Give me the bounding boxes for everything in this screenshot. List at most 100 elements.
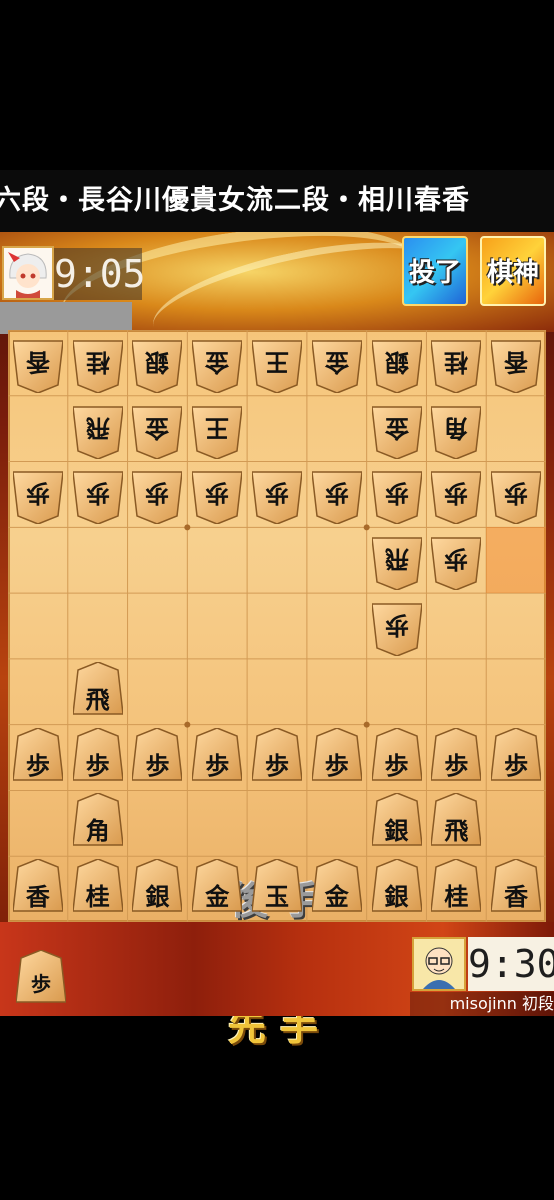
last-move-highlight <box>486 527 546 594</box>
piece-label: 歩 <box>384 611 409 640</box>
gote-piece[interactable]: 金 <box>192 333 243 393</box>
piece-label: 歩 <box>265 750 289 780</box>
gote-piece[interactable]: 香 <box>491 333 542 393</box>
piece-label: 飛 <box>85 684 110 714</box>
piece-label: 角 <box>85 816 110 846</box>
gote-piece[interactable]: 金 <box>311 333 362 393</box>
piece-label: 香 <box>504 347 529 377</box>
gote-piece[interactable]: 歩 <box>371 596 422 656</box>
gote-piece[interactable]: 歩 <box>431 464 482 525</box>
gote-piece[interactable]: 王 <box>192 399 243 459</box>
sente-piece[interactable]: 桂 <box>431 859 482 919</box>
sente-piece[interactable]: 香 <box>491 859 542 919</box>
sente-piece[interactable]: 銀 <box>371 793 422 853</box>
player-clock: 9:30 <box>468 937 554 991</box>
sente-piece[interactable]: 金 <box>192 859 243 919</box>
opponent-clock: 9:05 <box>54 248 146 300</box>
gote-piece[interactable]: 銀 <box>132 333 183 393</box>
sente-piece[interactable]: 歩 <box>491 727 542 788</box>
sente-piece[interactable]: 飛 <box>431 793 482 853</box>
star-point <box>184 721 191 728</box>
sente-piece[interactable]: 銀 <box>132 859 183 919</box>
piece-label: 歩 <box>31 972 51 996</box>
sente-piece[interactable]: 歩 <box>431 727 482 788</box>
player-name: misojinn 初段 <box>410 992 554 1016</box>
piece-label: 金 <box>205 882 230 912</box>
piece-label: 桂 <box>85 347 110 377</box>
piece-label: 香 <box>25 347 50 377</box>
piece-label: 飛 <box>85 413 110 443</box>
piece-label: 歩 <box>145 750 170 780</box>
sente-piece[interactable]: 銀 <box>371 859 422 919</box>
player-avatar <box>412 937 466 991</box>
shogi-board[interactable]: 後手 先手 香桂銀金王金銀桂香飛金王金角歩歩歩歩歩歩歩歩歩飛歩歩飛歩歩歩歩歩歩歩… <box>8 330 546 1049</box>
sente-piece[interactable]: 玉 <box>252 859 302 919</box>
piece-label: 歩 <box>504 750 529 780</box>
piece-label: 金 <box>324 347 349 377</box>
piece-label: 金 <box>145 413 170 443</box>
piece-label: 桂 <box>85 882 110 912</box>
gote-piece[interactable]: 金 <box>132 399 183 459</box>
piece-label: 銀 <box>384 882 409 912</box>
hand-piece[interactable]: 歩 <box>16 950 66 1010</box>
piece-label: 歩 <box>145 479 170 509</box>
sente-piece[interactable]: 歩 <box>72 727 123 788</box>
sente-piece[interactable]: 桂 <box>72 859 123 919</box>
opponent-avatar <box>2 246 54 300</box>
star-point <box>363 524 370 531</box>
piece-label: 歩 <box>324 750 349 780</box>
piece-label: 金 <box>205 347 230 377</box>
sente-piece[interactable]: 歩 <box>12 727 63 788</box>
gote-piece[interactable]: 歩 <box>371 464 422 525</box>
piece-label: 銀 <box>145 347 170 377</box>
gote-piece[interactable]: 金 <box>371 399 422 459</box>
piece-label: 角 <box>444 413 469 443</box>
resign-button[interactable]: 投了 <box>402 236 468 306</box>
piece-label: 金 <box>384 413 409 443</box>
piece-label: 王 <box>265 347 289 377</box>
sente-piece[interactable]: 金 <box>311 859 362 919</box>
gote-piece[interactable]: 歩 <box>12 464 63 525</box>
gote-piece[interactable]: 歩 <box>491 464 542 525</box>
piece-label: 王 <box>205 413 230 443</box>
sente-piece[interactable]: 歩 <box>371 727 422 788</box>
star-point <box>184 524 191 531</box>
piece-label: 歩 <box>25 479 50 509</box>
piece-label: 歩 <box>85 750 110 780</box>
sente-piece[interactable]: 飛 <box>72 661 123 722</box>
piece-label: 桂 <box>444 882 469 912</box>
sente-piece[interactable]: 歩 <box>192 727 243 788</box>
gote-piece[interactable]: 歩 <box>252 464 302 525</box>
gote-piece[interactable]: 銀 <box>371 333 422 393</box>
gote-piece[interactable]: 歩 <box>132 464 183 525</box>
gote-piece[interactable]: 歩 <box>192 464 243 525</box>
piece-label: 香 <box>504 882 529 912</box>
piece-label: 銀 <box>384 347 409 377</box>
gote-piece[interactable]: 歩 <box>311 464 362 525</box>
gote-piece[interactable]: 飛 <box>371 530 422 591</box>
gote-piece[interactable]: 飛 <box>72 399 123 459</box>
star-point <box>363 721 370 728</box>
piece-label: 金 <box>324 882 349 912</box>
gote-piece[interactable]: 桂 <box>431 333 482 393</box>
sente-piece[interactable]: 角 <box>72 793 123 853</box>
sente-piece[interactable]: 香 <box>12 859 63 919</box>
gote-piece[interactable]: 歩 <box>72 464 123 525</box>
piece-label: 歩 <box>265 479 289 509</box>
piece-label: 歩 <box>25 750 50 780</box>
gote-piece[interactable]: 王 <box>252 333 302 393</box>
gote-piece[interactable]: 桂 <box>72 333 123 393</box>
gote-piece[interactable]: 香 <box>12 333 63 393</box>
shogi-god-button[interactable]: 棋神 <box>480 236 546 306</box>
piece-label: 歩 <box>205 750 230 780</box>
piece-label: 歩 <box>384 750 409 780</box>
piece-label: 歩 <box>444 479 469 509</box>
title-banner: 六段・長谷川優貴女流二段・相川春香 <box>0 170 554 232</box>
sente-piece[interactable]: 歩 <box>132 727 183 788</box>
piece-label: 歩 <box>504 479 529 509</box>
sente-piece[interactable]: 歩 <box>252 727 302 788</box>
piece-label: 歩 <box>205 479 230 509</box>
gote-piece[interactable]: 歩 <box>431 530 482 591</box>
gote-piece[interactable]: 角 <box>431 399 482 459</box>
sente-piece[interactable]: 歩 <box>311 727 362 788</box>
